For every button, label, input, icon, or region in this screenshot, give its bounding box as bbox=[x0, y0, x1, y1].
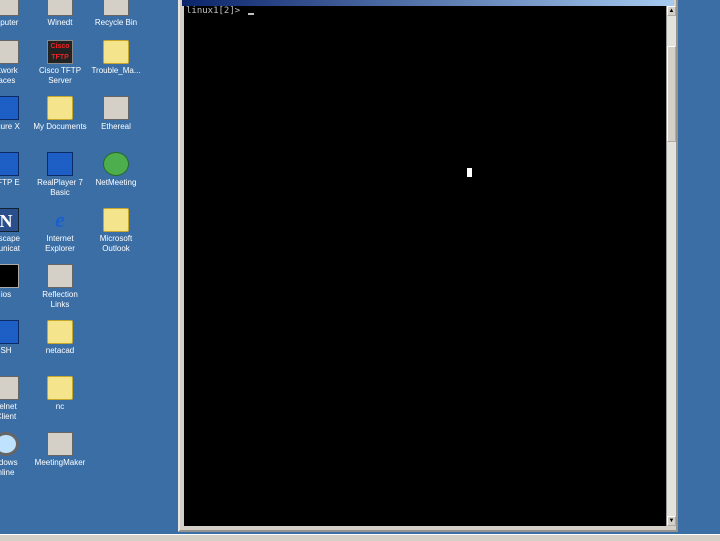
internet-explorer-icon: e bbox=[55, 207, 65, 232]
terminal-icon bbox=[0, 264, 19, 288]
desktop-icon-internet-explorer[interactable]: e Internet Explorer bbox=[32, 208, 88, 254]
desktop-icon-nc[interactable]: nc bbox=[32, 376, 88, 412]
vertical-scrollbar[interactable]: ▲ ▼ bbox=[666, 6, 676, 526]
icon-label: Reflection Links bbox=[42, 290, 78, 309]
desktop-icon-tftp[interactable]: TFTP E bbox=[0, 152, 34, 188]
icon-label: Winedt bbox=[47, 18, 73, 27]
desktop-icon-windows-online[interactable]: ndows nline bbox=[0, 432, 34, 478]
desktop-icon-trouble-folder[interactable]: Trouble_Ma... bbox=[88, 40, 144, 76]
icon-label: RealPlayer 7 Basic bbox=[37, 178, 83, 197]
telnet-icon bbox=[0, 376, 19, 400]
recycle-bin-icon bbox=[103, 0, 129, 16]
desktop-icon-my-documents[interactable]: My Documents bbox=[32, 96, 88, 132]
scroll-up-button[interactable]: ▲ bbox=[667, 6, 676, 16]
cisco-tftp-icon: Cisco TFTP bbox=[47, 40, 73, 64]
scrollbar-thumb[interactable] bbox=[667, 46, 676, 142]
icon-label: ndows nline bbox=[0, 458, 18, 477]
icon-label: SH bbox=[0, 346, 12, 355]
network-places-icon bbox=[0, 40, 19, 64]
outlook-icon bbox=[103, 208, 129, 232]
meetingmaker-icon bbox=[47, 432, 73, 456]
text-cursor bbox=[247, 13, 254, 15]
winedt-icon bbox=[47, 0, 73, 16]
icon-label: MeetingMaker bbox=[34, 458, 86, 467]
desktop-icon-netacad[interactable]: netacad bbox=[32, 320, 88, 356]
desktop-right-edge bbox=[680, 0, 720, 540]
icon-label: ecure X bbox=[0, 122, 20, 131]
desktop-icon-recycle-bin[interactable]: Recycle Bin bbox=[88, 0, 144, 28]
folder-icon bbox=[47, 320, 73, 344]
desktop-icon-ssh[interactable]: SH bbox=[0, 320, 34, 356]
prompt-text: linux1[2]> bbox=[186, 6, 246, 16]
icon-label: Internet Explorer bbox=[45, 234, 75, 253]
my-documents-icon bbox=[47, 96, 73, 120]
terminal-window[interactable]: linux1[2]> ▲ ▼ bbox=[178, 0, 678, 532]
scroll-down-button[interactable]: ▼ bbox=[667, 516, 676, 526]
secure-x-icon bbox=[0, 96, 19, 120]
windows-online-icon bbox=[0, 432, 19, 456]
desktop-icon-ios[interactable]: ios bbox=[0, 264, 34, 300]
icon-label: TFTP E bbox=[0, 178, 20, 187]
netscape-icon: N bbox=[0, 208, 19, 232]
icon-label: Recycle Bin bbox=[94, 18, 138, 27]
desktop-icon-cisco-tftp[interactable]: Cisco TFTP Cisco TFTP Server bbox=[32, 40, 88, 86]
shell-prompt: linux1[2]> bbox=[186, 6, 254, 17]
desktop-icon-reflection[interactable]: Reflection Links bbox=[32, 264, 88, 310]
desktop-icon-network-places[interactable]: etwork laces bbox=[0, 40, 34, 86]
mouse-text-cursor bbox=[467, 168, 472, 177]
icon-label: Ethereal bbox=[101, 122, 131, 131]
reflection-icon bbox=[47, 264, 73, 288]
icon-label: Cisco TFTP Server bbox=[38, 66, 82, 85]
icon-label: Microsoft Outlook bbox=[99, 234, 133, 253]
netmeeting-icon bbox=[103, 152, 129, 176]
icon-label: etwork laces bbox=[0, 66, 18, 85]
icon-label: etscape municat bbox=[0, 234, 21, 253]
realplayer-icon bbox=[47, 152, 73, 176]
icon-label: My Documents bbox=[33, 122, 87, 131]
ethereal-icon bbox=[103, 96, 129, 120]
computer-icon bbox=[0, 0, 19, 16]
desktop-icon-telnet[interactable]: Telnet Client bbox=[0, 376, 34, 422]
icon-label: mputer bbox=[0, 18, 19, 27]
desktop-icon-realplayer[interactable]: RealPlayer 7 Basic bbox=[32, 152, 88, 198]
icon-label: Trouble_Ma... bbox=[91, 66, 141, 75]
folder-icon bbox=[103, 40, 129, 64]
desktop-icon-secure-x[interactable]: ecure X bbox=[0, 96, 34, 132]
tftp-icon bbox=[0, 152, 19, 176]
desktop-icon-winedt[interactable]: Winedt bbox=[32, 0, 88, 28]
icon-label: nc bbox=[55, 402, 65, 411]
terminal-screen[interactable]: linux1[2]> bbox=[184, 6, 666, 526]
icon-label: NetMeeting bbox=[95, 178, 137, 187]
icon-label: ios bbox=[0, 290, 12, 299]
desktop-icon-meetingmaker[interactable]: MeetingMaker bbox=[32, 432, 88, 468]
desktop-icon-ethereal[interactable]: Ethereal bbox=[88, 96, 144, 132]
desktop-icon-netscape[interactable]: N etscape municat bbox=[0, 208, 34, 254]
desktop-icon-netmeeting[interactable]: NetMeeting bbox=[88, 152, 144, 188]
desktop-icon-outlook[interactable]: Microsoft Outlook bbox=[88, 208, 144, 254]
desktop-icon-my-computer[interactable]: mputer bbox=[0, 0, 34, 28]
nc-icon bbox=[47, 376, 73, 400]
icon-label: Telnet Client bbox=[0, 402, 17, 421]
icon-label: netacad bbox=[45, 346, 75, 355]
ssh-icon bbox=[0, 320, 19, 344]
